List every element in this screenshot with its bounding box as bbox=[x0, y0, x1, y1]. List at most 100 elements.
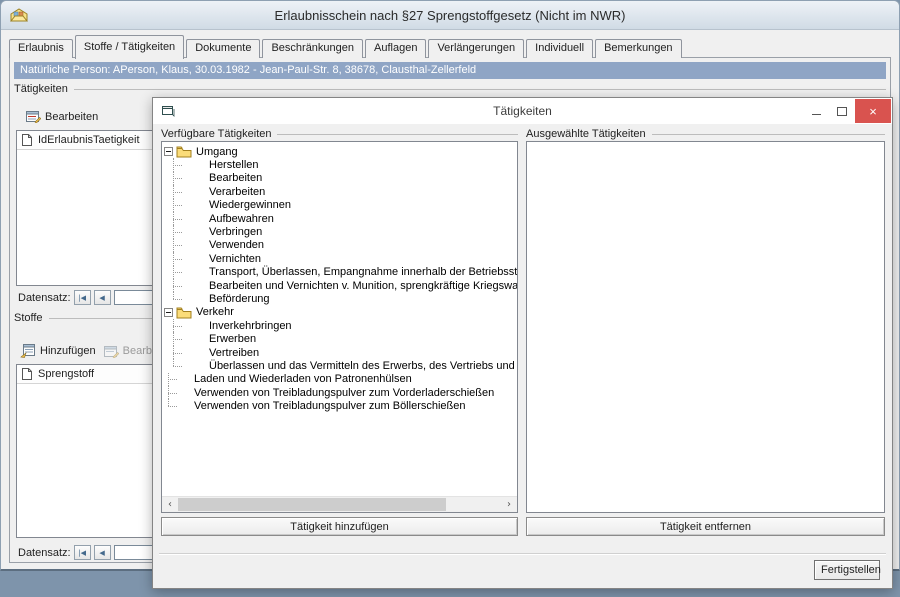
tree-item-label: Verkehr bbox=[196, 306, 234, 318]
app-icon bbox=[9, 7, 29, 23]
tree-item[interactable]: Umgang bbox=[162, 145, 517, 158]
tree-connector bbox=[169, 239, 179, 252]
tree-item[interactable]: Laden und Wiederladen von Patronenhülsen bbox=[162, 373, 517, 386]
tree-item-label: Herstellen bbox=[209, 159, 259, 171]
folder-icon bbox=[176, 145, 192, 158]
tree-item-label: Verwenden bbox=[209, 239, 264, 251]
tree-item[interactable]: Vertreiben bbox=[162, 346, 517, 359]
tree-item[interactable]: Verkehr bbox=[162, 306, 517, 319]
selected-group: Ausgewählte Tätigkeiten bbox=[526, 128, 885, 140]
tree-item[interactable]: Bearbeiten bbox=[162, 172, 517, 185]
document-icon bbox=[22, 134, 32, 146]
dialog-title: Tätigkeiten bbox=[153, 104, 892, 118]
record-nav-label: Datensatz: bbox=[18, 292, 71, 304]
tree-item[interactable]: Beförderung bbox=[162, 292, 517, 305]
tree-connector bbox=[169, 266, 179, 279]
stoffe-column-label: Sprengstoff bbox=[38, 368, 94, 380]
maximize-button[interactable] bbox=[829, 99, 855, 123]
tree-connector bbox=[169, 185, 179, 198]
selected-label: Ausgewählte Tätigkeiten bbox=[526, 128, 646, 140]
dialog-titlebar[interactable]: Tätigkeiten × bbox=[153, 98, 892, 124]
remove-activity-button[interactable]: Tätigkeit entfernen bbox=[526, 517, 885, 536]
close-icon: × bbox=[869, 105, 877, 118]
scroll-right-button[interactable]: › bbox=[501, 497, 517, 512]
tree-connector bbox=[169, 172, 179, 185]
taetigkeiten-dialog: Tätigkeiten × Verfügbare Tätigkeiten Aus… bbox=[152, 97, 893, 589]
tree-item-label: Verarbeiten bbox=[209, 186, 265, 198]
bearbeiten-button[interactable]: Bearbeiten bbox=[22, 108, 102, 125]
tree-item[interactable]: Verwenden bbox=[162, 239, 517, 252]
document-icon bbox=[22, 368, 32, 380]
dialog-window-icon bbox=[161, 105, 175, 117]
section-stoffe-label: Stoffe bbox=[14, 312, 43, 324]
tree-item-label: Wiedergewinnen bbox=[209, 199, 291, 211]
bottom-separator bbox=[159, 553, 886, 555]
tab-stoffe-tätigkeiten[interactable]: Stoffe / Tätigkeiten bbox=[75, 35, 184, 59]
selected-list[interactable] bbox=[526, 141, 885, 513]
tree-rows: UmgangHerstellenBearbeiten VerarbeitenWie… bbox=[162, 145, 517, 413]
tree-connector bbox=[169, 332, 179, 345]
available-group: Verfügbare Tätigkeiten bbox=[161, 128, 518, 140]
tree-connector bbox=[164, 399, 174, 412]
tree-item-label: Vernichten bbox=[209, 253, 261, 265]
tab-erlaubnis[interactable]: Erlaubnis bbox=[9, 39, 73, 58]
tree-item[interactable]: Verwenden von Treibladungspulver zum Vor… bbox=[162, 386, 517, 399]
main-titlebar[interactable]: Erlaubnisschein nach §27 Sprengstoffgese… bbox=[1, 1, 899, 30]
available-tree[interactable]: UmgangHerstellenBearbeiten VerarbeitenWie… bbox=[161, 141, 518, 513]
tree-item-label: Erwerben bbox=[209, 333, 256, 345]
tab-auflagen[interactable]: Auflagen bbox=[365, 39, 426, 58]
tree-item[interactable]: Bearbeiten und Vernichten v. Munition, s… bbox=[162, 279, 517, 292]
first-record-button[interactable]: |◀ bbox=[74, 545, 91, 560]
group-divider bbox=[277, 134, 518, 135]
tab-beschränkungen[interactable]: Beschränkungen bbox=[262, 39, 363, 58]
tree-connector bbox=[169, 212, 179, 225]
tree-item[interactable]: Herstellen bbox=[162, 158, 517, 171]
previous-record-button[interactable]: ◀ bbox=[94, 545, 111, 560]
tree-item[interactable]: Verbringen bbox=[162, 225, 517, 238]
finish-button[interactable]: Fertigstellen bbox=[814, 560, 880, 580]
tree-item[interactable]: Erwerben bbox=[162, 332, 517, 345]
tree-item-label: Verwenden von Treibladungspulver zum Vor… bbox=[194, 387, 494, 399]
scroll-left-button[interactable]: ‹ bbox=[162, 497, 178, 512]
tree-item-label: Aufbewahren bbox=[209, 213, 274, 225]
scrollbar-thumb[interactable] bbox=[178, 498, 446, 511]
tree-connector bbox=[169, 199, 179, 212]
tree-connector bbox=[169, 346, 179, 359]
dialog-window-controls: × bbox=[803, 99, 891, 123]
edit-form-icon bbox=[104, 345, 119, 358]
collapse-toggle-icon[interactable] bbox=[164, 308, 173, 317]
collapse-toggle-icon[interactable] bbox=[164, 147, 173, 156]
screen: Erlaubnisschein nach §27 Sprengstoffgese… bbox=[0, 0, 900, 597]
tree-connector bbox=[169, 252, 179, 265]
edit-form-icon bbox=[26, 110, 41, 123]
section-taetigkeiten-label: Tätigkeiten bbox=[14, 83, 68, 95]
hinzufuegen-button[interactable]: Hinzufügen bbox=[16, 342, 100, 360]
previous-record-button[interactable]: ◀ bbox=[94, 290, 111, 305]
horizontal-scrollbar[interactable]: ‹ › bbox=[162, 496, 517, 512]
tree-item-label: Bearbeiten bbox=[209, 172, 262, 184]
available-label: Verfügbare Tätigkeiten bbox=[161, 128, 271, 140]
tree-item[interactable]: Transport, Überlassen, Empangnahme inner… bbox=[162, 266, 517, 279]
tab-verlängerungen[interactable]: Verlängerungen bbox=[428, 39, 524, 58]
close-button[interactable]: × bbox=[855, 99, 891, 123]
minimize-button[interactable] bbox=[803, 99, 829, 123]
first-record-button[interactable]: |◀ bbox=[74, 290, 91, 305]
tree-item[interactable]: Aufbewahren bbox=[162, 212, 517, 225]
add-form-icon bbox=[20, 344, 36, 358]
tree-item[interactable]: Wiedergewinnen bbox=[162, 199, 517, 212]
tree-item-label: Verwenden von Treibladungspulver zum Böl… bbox=[194, 400, 466, 412]
tab-individuell[interactable]: Individuell bbox=[526, 39, 593, 58]
tree-item[interactable]: Verwenden von Treibladungspulver zum Böl… bbox=[162, 399, 517, 412]
tree-item-label: Vertreiben bbox=[209, 347, 259, 359]
add-activity-button[interactable]: Tätigkeit hinzufügen bbox=[161, 517, 518, 536]
tree-item[interactable]: Vernichten bbox=[162, 252, 517, 265]
tree-item-label: Umgang bbox=[196, 146, 238, 158]
tree-item[interactable]: Verarbeiten bbox=[162, 185, 517, 198]
tab-bemerkungen[interactable]: Bemerkungen bbox=[595, 39, 682, 58]
section-taetigkeiten: Tätigkeiten bbox=[14, 83, 886, 95]
tab-dokumente[interactable]: Dokumente bbox=[186, 39, 260, 58]
tree-item[interactable]: Inverkehrbringen bbox=[162, 319, 517, 332]
tree-connector bbox=[164, 373, 174, 386]
tree-item[interactable]: Überlassen und das Vermitteln des Erwerb… bbox=[162, 359, 517, 372]
folder-icon bbox=[176, 306, 192, 319]
